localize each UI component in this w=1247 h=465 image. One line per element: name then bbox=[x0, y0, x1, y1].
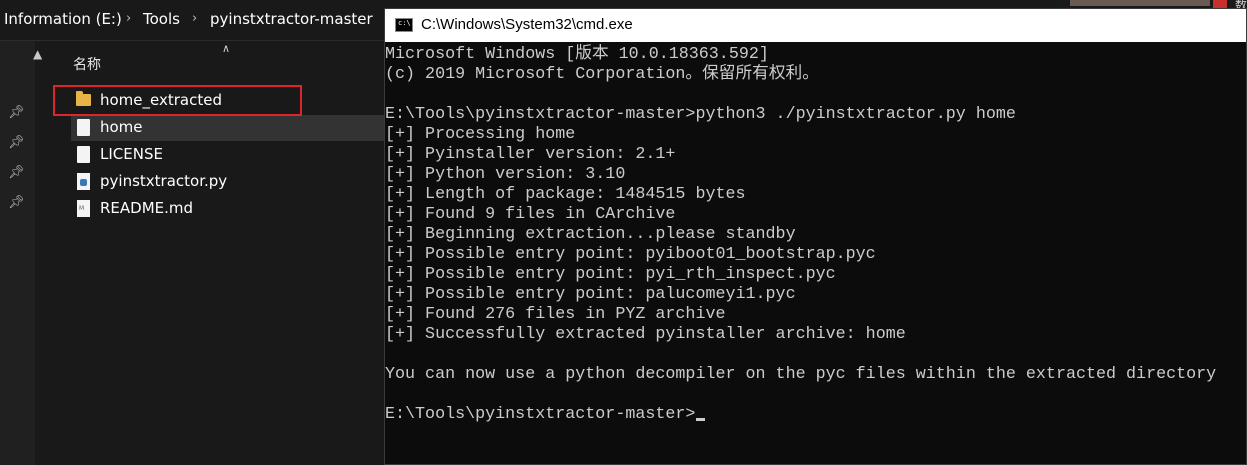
breadcrumb-pyinstxtractor-master[interactable]: pyinstxtractor-master bbox=[210, 10, 373, 28]
pin-icon[interactable]: 📌︎ bbox=[8, 195, 25, 210]
list-item-license[interactable]: LICENSE bbox=[71, 142, 384, 168]
console-line: [+] Beginning extraction...please standb… bbox=[385, 225, 796, 244]
app-badge-icon bbox=[1213, 0, 1227, 8]
cmd-window-title: C:\Windows\System32\cmd.exe bbox=[421, 16, 633, 33]
file-icon bbox=[77, 146, 90, 163]
file-name: home bbox=[100, 118, 143, 136]
list-item-home[interactable]: home bbox=[71, 115, 384, 141]
console-line: [+] Possible entry point: palucomeyi1.py… bbox=[385, 285, 796, 304]
red-highlight-annotation bbox=[53, 85, 302, 116]
console-line: E:\Tools\pyinstxtractor-master>python3 .… bbox=[385, 105, 1016, 124]
name-column-header[interactable]: 名称 bbox=[73, 54, 101, 74]
chevron-right-icon[interactable]: › bbox=[192, 11, 197, 26]
list-item-pyinstxtractor-py[interactable]: pyinstxtractor.py bbox=[71, 169, 384, 195]
list-item-readme-md[interactable]: README.md bbox=[71, 196, 384, 222]
breadcrumb-tools[interactable]: Tools bbox=[143, 10, 180, 28]
pin-icon[interactable]: 📌︎ bbox=[8, 105, 25, 120]
sort-ascending-icon: ∧ bbox=[222, 42, 231, 55]
chevron-right-icon[interactable]: › bbox=[126, 11, 131, 26]
console-line: [+] Possible entry point: pyiboot01_boot… bbox=[385, 245, 876, 264]
console-prompt[interactable]: E:\Tools\pyinstxtractor-master> bbox=[385, 405, 1246, 425]
console-line: [+] Found 9 files in CArchive bbox=[385, 205, 676, 224]
text-cursor bbox=[696, 418, 706, 421]
navigation-pane: 📌︎ 📌︎ 📌︎ 📌︎ bbox=[0, 41, 35, 465]
console-line: [+] Successfully extracted pyinstaller a… bbox=[385, 325, 906, 344]
console-line: [+] Processing home bbox=[385, 125, 576, 144]
cmd-title-bar[interactable]: C:\Windows\System32\cmd.exe bbox=[385, 9, 1246, 42]
file-name: README.md bbox=[100, 199, 194, 217]
file-name: LICENSE bbox=[100, 145, 163, 163]
pin-icon[interactable]: 📌︎ bbox=[8, 135, 25, 150]
pin-icon[interactable]: 📌︎ bbox=[8, 165, 25, 180]
console-line: Microsoft Windows [版本 10.0.18363.592] bbox=[385, 45, 769, 64]
python-file-icon bbox=[77, 173, 90, 190]
console-line: [+] Possible entry point: pyi_rth_inspec… bbox=[385, 265, 836, 284]
console-line: (c) 2019 Microsoft Corporation。保留所有权利。 bbox=[385, 65, 819, 84]
address-bar[interactable]: Information (E:) › Tools › pyinstxtracto… bbox=[0, 0, 384, 41]
thumbnail-image bbox=[1070, 0, 1210, 6]
console-line: [+] Found 276 files in PYZ archive bbox=[385, 305, 726, 324]
cmd-app-icon[interactable] bbox=[395, 18, 413, 32]
markdown-file-icon bbox=[77, 200, 90, 217]
console-line: [+] Python version: 3.10 bbox=[385, 165, 626, 184]
cmd-window[interactable]: C:\Windows\System32\cmd.exe Microsoft Wi… bbox=[384, 8, 1247, 465]
console-line: You can now use a python decompiler on t… bbox=[385, 365, 1217, 384]
file-name: pyinstxtractor.py bbox=[100, 172, 228, 190]
console-output[interactable]: Microsoft Windows [版本 10.0.18363.592] (c)… bbox=[385, 45, 1246, 425]
console-line: [+] Length of package: 1484515 bytes bbox=[385, 185, 746, 204]
prompt-text: E:\Tools\pyinstxtractor-master> bbox=[385, 405, 696, 424]
console-line: [+] Pyinstaller version: 2.1+ bbox=[385, 145, 676, 164]
breadcrumb-drive[interactable]: Information (E:) bbox=[4, 10, 122, 28]
scroll-up-arrow-icon[interactable]: ▲ bbox=[33, 47, 42, 61]
file-icon bbox=[77, 119, 90, 136]
